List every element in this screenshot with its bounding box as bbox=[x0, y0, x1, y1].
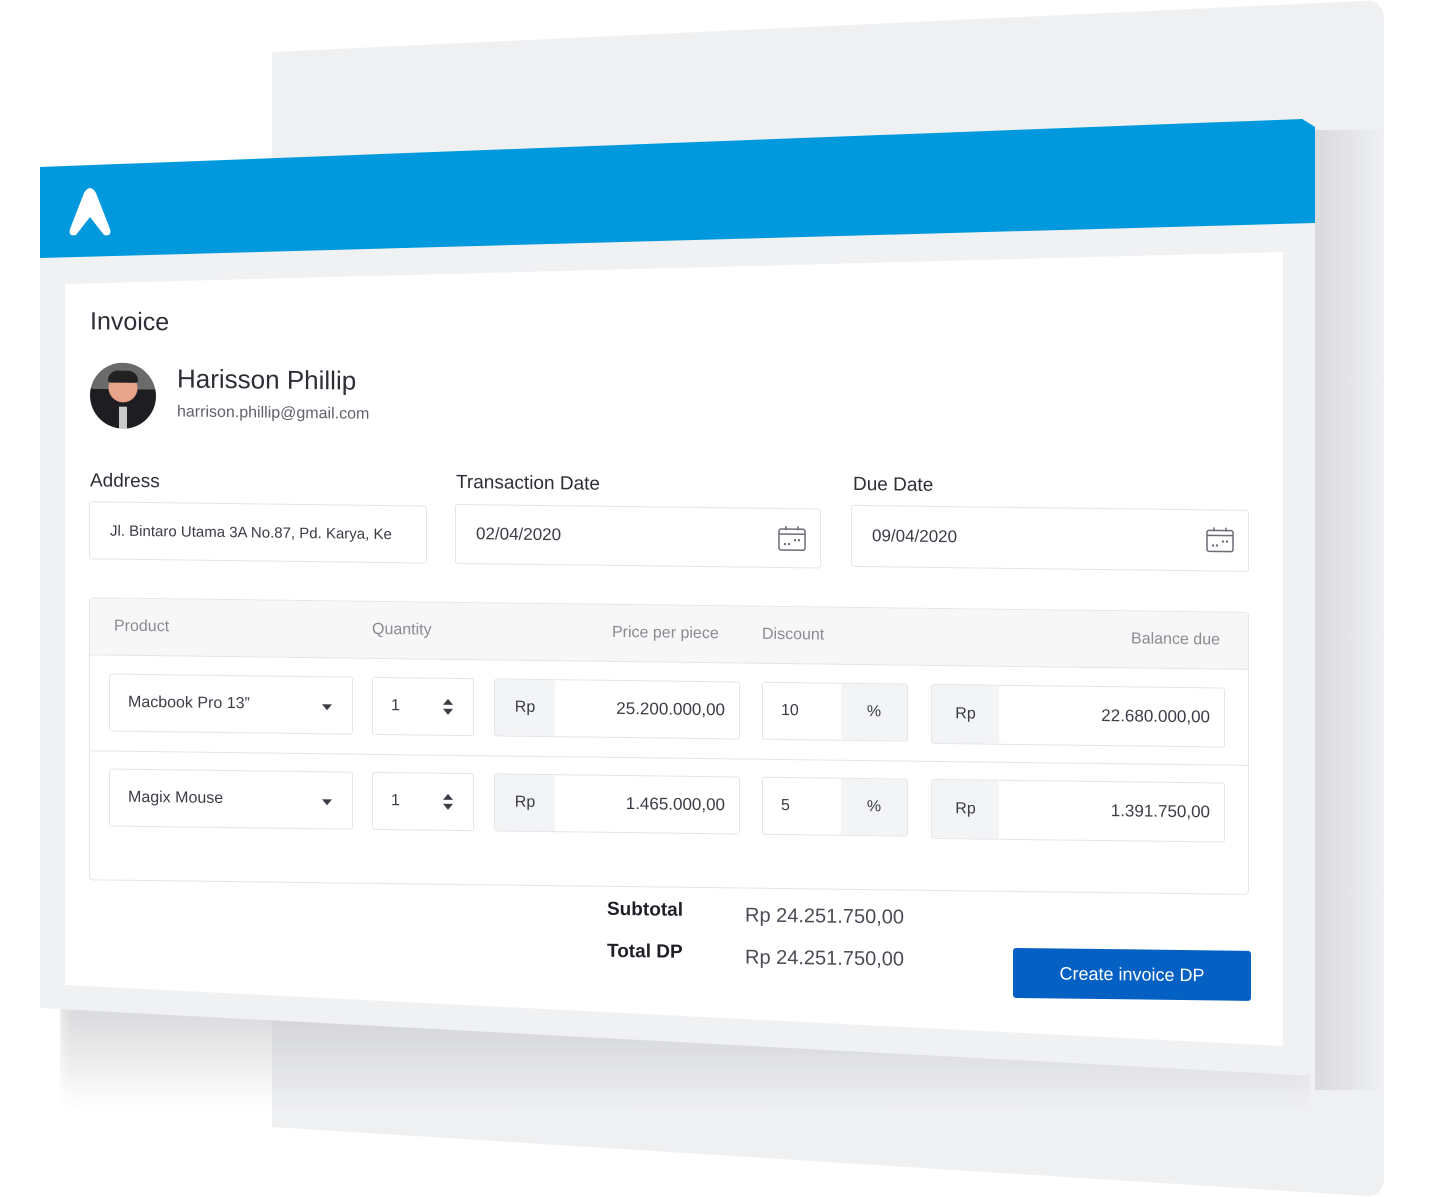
background-shadow bbox=[1315, 130, 1384, 1090]
product-value: Macbook Pro 13” bbox=[128, 693, 250, 713]
column-header-price: Price per piece bbox=[612, 623, 719, 643]
avatar bbox=[90, 362, 156, 430]
transaction-date-input[interactable]: 02/04/2020 bbox=[455, 503, 821, 569]
avatar-tie bbox=[119, 406, 127, 429]
product-select[interactable]: Macbook Pro 13” bbox=[109, 673, 353, 735]
discount-value: 5 bbox=[781, 796, 790, 815]
calendar-icon[interactable] bbox=[778, 525, 806, 552]
quantity-stepper[interactable]: 1 bbox=[372, 771, 474, 832]
due-date-label: Due Date bbox=[853, 473, 934, 496]
price-value: 1.465.000,00 bbox=[625, 794, 725, 815]
customer-name: Harisson Phillip bbox=[177, 363, 357, 396]
price-input[interactable]: Rp 25.200.000,00 bbox=[494, 678, 740, 740]
row-divider bbox=[90, 750, 1248, 766]
balance-field: Rp 1.391.750,00 bbox=[931, 778, 1225, 843]
balance-value: 1.391.750,00 bbox=[1110, 801, 1210, 822]
currency-addon: Rp bbox=[495, 679, 555, 737]
chevron-down-icon bbox=[322, 799, 332, 806]
column-header-quantity: Quantity bbox=[372, 620, 432, 639]
customer-email: harrison.phillip@gmail.com bbox=[177, 403, 370, 423]
product-select[interactable]: Magix Mouse bbox=[109, 768, 353, 830]
due-date-input[interactable]: 09/04/2020 bbox=[851, 504, 1249, 572]
address-input[interactable]: Jl. Bintaro Utama 3A No.87, Pd. Karya, K… bbox=[89, 501, 427, 564]
subtotal-label: Subtotal bbox=[607, 898, 683, 921]
quantity-value: 1 bbox=[391, 697, 400, 715]
discount-input[interactable]: 10 % bbox=[762, 681, 908, 742]
balance-value: 22.680.000,00 bbox=[1101, 706, 1210, 727]
address-value: Jl. Bintaro Utama 3A No.87, Pd. Karya, K… bbox=[110, 522, 392, 543]
address-label: Address bbox=[90, 470, 160, 493]
column-header-product: Product bbox=[114, 617, 170, 636]
quantity-value: 1 bbox=[391, 792, 400, 810]
stepper-icon[interactable] bbox=[443, 794, 453, 810]
transaction-date-value: 02/04/2020 bbox=[476, 524, 562, 545]
currency-addon: Rp bbox=[495, 774, 555, 832]
percent-addon: % bbox=[841, 778, 907, 836]
due-date-value: 09/04/2020 bbox=[872, 526, 958, 547]
stepper-icon[interactable] bbox=[443, 699, 453, 715]
table-header: Product Quantity Price per piece Discoun… bbox=[90, 598, 1248, 670]
quantity-stepper[interactable]: 1 bbox=[372, 676, 474, 737]
column-header-discount: Discount bbox=[762, 625, 825, 644]
invoice-panel: Invoice Harisson Phillip harrison.philli… bbox=[65, 252, 1283, 1046]
subtotal-value: Rp 24.251.750,00 bbox=[745, 904, 905, 929]
currency-addon: Rp bbox=[932, 684, 999, 744]
currency-addon: Rp bbox=[932, 779, 999, 839]
total-dp-label: Total DP bbox=[607, 940, 683, 963]
transaction-date-label: Transaction Date bbox=[456, 471, 600, 495]
percent-addon: % bbox=[841, 683, 907, 741]
product-value: Magix Mouse bbox=[128, 788, 224, 807]
page-title: Invoice bbox=[90, 307, 170, 337]
column-header-balance: Balance due bbox=[1131, 630, 1220, 649]
discount-value: 10 bbox=[781, 701, 799, 720]
total-dp-value: Rp 24.251.750,00 bbox=[745, 946, 905, 971]
price-value: 25.200.000,00 bbox=[616, 698, 725, 720]
avatar-hair bbox=[108, 370, 138, 383]
balance-field: Rp 22.680.000,00 bbox=[931, 683, 1225, 748]
create-invoice-dp-button[interactable]: Create invoice DP bbox=[1013, 947, 1251, 1001]
chevron-down-icon bbox=[322, 704, 332, 711]
discount-input[interactable]: 5 % bbox=[762, 776, 908, 837]
line-items-table: Product Quantity Price per piece Discoun… bbox=[89, 597, 1249, 895]
app-logo-icon[interactable] bbox=[64, 185, 116, 237]
calendar-icon[interactable] bbox=[1206, 526, 1234, 553]
price-input[interactable]: Rp 1.465.000,00 bbox=[494, 773, 740, 835]
